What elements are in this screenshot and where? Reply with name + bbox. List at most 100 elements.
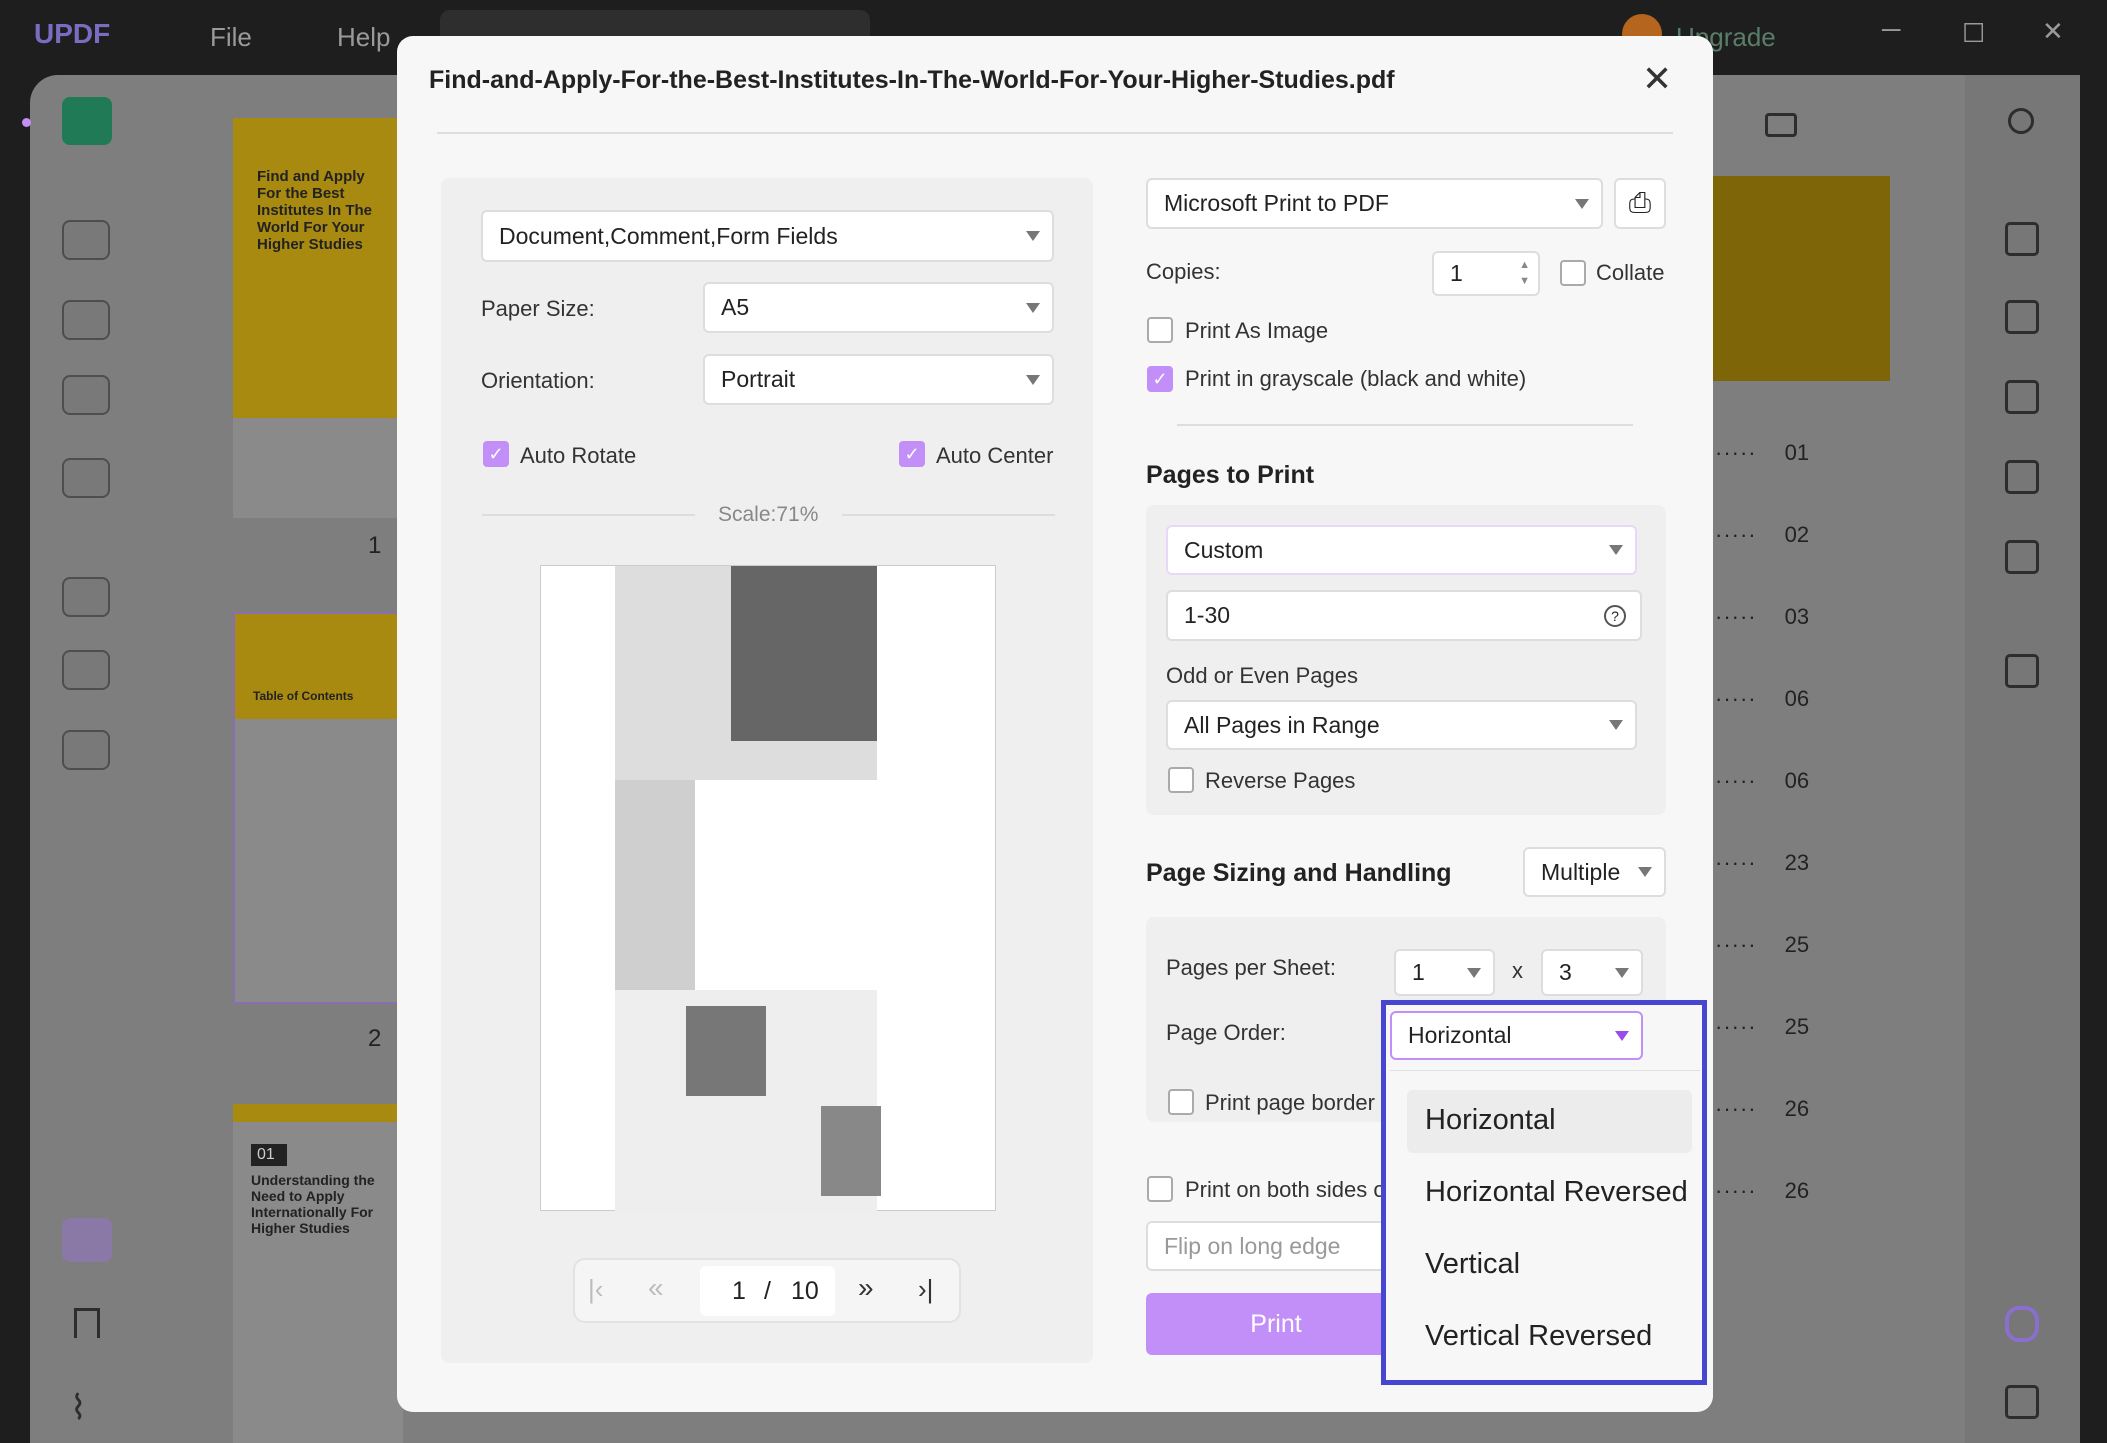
thumbnail-page-2[interactable]: Table of Contents [233,612,403,1004]
total-pages: 10 [791,1277,819,1305]
form-icon[interactable] [62,375,110,415]
organize-pages-icon[interactable] [62,577,110,617]
orientation-select[interactable]: Portrait [703,354,1054,405]
order-option-horizontal[interactable]: Horizontal [1425,1104,1556,1137]
odd-even-select[interactable]: All Pages in Range [1166,700,1637,750]
page-number-1: 1 [368,532,382,559]
toc-entry: ····· 02 [1715,522,1810,547]
protect-icon[interactable] [2005,380,2039,414]
collate-label: Collate [1596,260,1665,285]
bookmark-icon[interactable] [74,1308,100,1338]
auto-rotate-checkbox[interactable]: ✓ [483,441,509,467]
toc-entry: ····· 01 [1715,440,1810,465]
layers-icon[interactable] [62,1218,112,1262]
odd-even-label: Odd or Even Pages [1166,663,1359,688]
page-border-label: Print page border [1205,1090,1375,1115]
toc-page-number: 06 [1784,686,1810,711]
prev-page-button[interactable]: « [648,1272,664,1304]
order-option-vertical-reversed[interactable]: Vertical Reversed [1425,1320,1652,1353]
updf-logo: UPDF [34,18,111,49]
reverse-pages-checkbox[interactable] [1168,767,1194,793]
order-option-horizontal-reversed[interactable]: Horizontal Reversed [1425,1176,1688,1209]
paper-size-select[interactable]: A5 [703,282,1054,333]
redact-icon[interactable] [62,730,110,770]
pages-per-sheet-label: Pages per Sheet: [1166,955,1337,980]
toc-page-number: 06 [1784,768,1810,793]
orientation-label: Orientation: [481,368,595,393]
toc-page-number: 02 [1784,522,1810,547]
toc-entry: ····· 03 [1715,604,1810,629]
ai-assistant-icon[interactable] [2005,1306,2039,1342]
print-as-image-label: Print As Image [1185,318,1329,343]
fill-sign-icon[interactable] [62,458,110,498]
content-select[interactable]: Document,Comment,Form Fields [481,210,1054,262]
crop-icon[interactable] [62,650,110,690]
next-page-button[interactable]: » [858,1272,874,1304]
menu-help[interactable]: Help [337,22,390,53]
copies-input[interactable]: 1 ▲ ▼ [1432,251,1540,296]
present-icon[interactable] [1765,113,1797,137]
reader-mode-icon[interactable] [62,97,112,145]
ocr-icon[interactable] [2005,222,2039,256]
auto-center-checkbox[interactable]: ✓ [899,441,925,467]
page-sizing-heading: Page Sizing and Handling [1146,859,1452,887]
current-page: 1 [732,1277,746,1305]
thumbnail-page-3[interactable]: 01 Understanding the Need to Apply Inter… [233,1104,403,1443]
page-range-input[interactable]: 1-30? [1166,590,1642,641]
print-button[interactable]: Print [1146,1293,1406,1355]
last-page-button[interactable]: ›| [918,1274,933,1305]
reverse-pages-label: Reverse Pages [1205,768,1356,793]
toc-page-number: 25 [1784,932,1810,957]
page-sep: / [764,1277,771,1305]
email-icon[interactable] [2005,540,2039,574]
grayscale-checkbox[interactable]: ✓ [1147,366,1173,392]
copies-label: Copies: [1146,259,1221,284]
sizing-mode-select[interactable]: Multiple [1523,847,1666,897]
toc-entry: ····· 26 [1715,1178,1810,1203]
attachment-icon[interactable]: ⌇ [70,1388,87,1428]
close-icon[interactable]: ✕ [1642,58,1672,100]
flip-select[interactable]: Flip on long edge [1146,1221,1406,1271]
convert-icon[interactable] [2005,300,2039,334]
both-sides-label: Print on both sides o [1185,1177,1386,1202]
sidebar-toggle[interactable] [22,118,31,127]
toc-page-number: 23 [1784,850,1810,875]
toc-page-number: 01 [1784,440,1810,465]
dialog-title: Find-and-Apply-For-the-Best-Institutes-I… [429,66,1395,94]
scale-divider-left [482,514,695,516]
page-border-checkbox[interactable] [1168,1089,1194,1115]
thumbnail-page-1[interactable]: Find and Apply For the Best Institutes I… [233,118,403,518]
pages-per-sheet-cols[interactable]: 1 [1394,949,1495,996]
menu-file[interactable]: File [210,22,252,53]
thumb-2-title: Table of Contents [235,614,401,719]
collate-checkbox[interactable] [1560,260,1586,286]
toc-page-number: 26 [1784,1178,1810,1203]
help-icon[interactable]: ? [1604,604,1626,627]
print-preview [540,565,996,1212]
first-page-button[interactable]: |‹ [588,1274,603,1305]
scale-divider-right [842,514,1055,516]
both-sides-checkbox[interactable] [1147,1176,1173,1202]
maximize-icon[interactable]: ☐ [1962,18,1985,49]
printer-properties-button[interactable]: ⎙ [1614,178,1666,229]
share-icon[interactable] [2005,460,2039,494]
highlight-tool-icon[interactable] [62,220,110,260]
pages-per-sheet-rows[interactable]: 3 [1541,949,1643,996]
printer-select[interactable]: Microsoft Print to PDF [1146,178,1603,229]
paper-size-label: Paper Size: [481,296,595,321]
edit-pdf-icon[interactable] [62,300,110,340]
auto-center-label: Auto Center [936,443,1054,468]
comment-icon[interactable] [2005,1385,2039,1419]
save-icon[interactable] [2005,654,2039,688]
toc-entry: ····· 25 [1715,1014,1810,1039]
search-icon[interactable] [2008,108,2034,134]
page-order-select[interactable]: Horizontal [1390,1011,1643,1060]
pages-mode-select[interactable]: Custom [1166,525,1637,575]
close-window-icon[interactable]: ✕ [2042,16,2064,47]
print-as-image-checkbox[interactable] [1147,317,1173,343]
order-option-vertical[interactable]: Vertical [1425,1248,1520,1281]
toc-entry: ····· 25 [1715,932,1810,957]
page-order-label: Page Order: [1166,1020,1286,1045]
scale-label: Scale:71% [718,503,819,526]
minimize-icon[interactable]: ─ [1882,14,1900,45]
